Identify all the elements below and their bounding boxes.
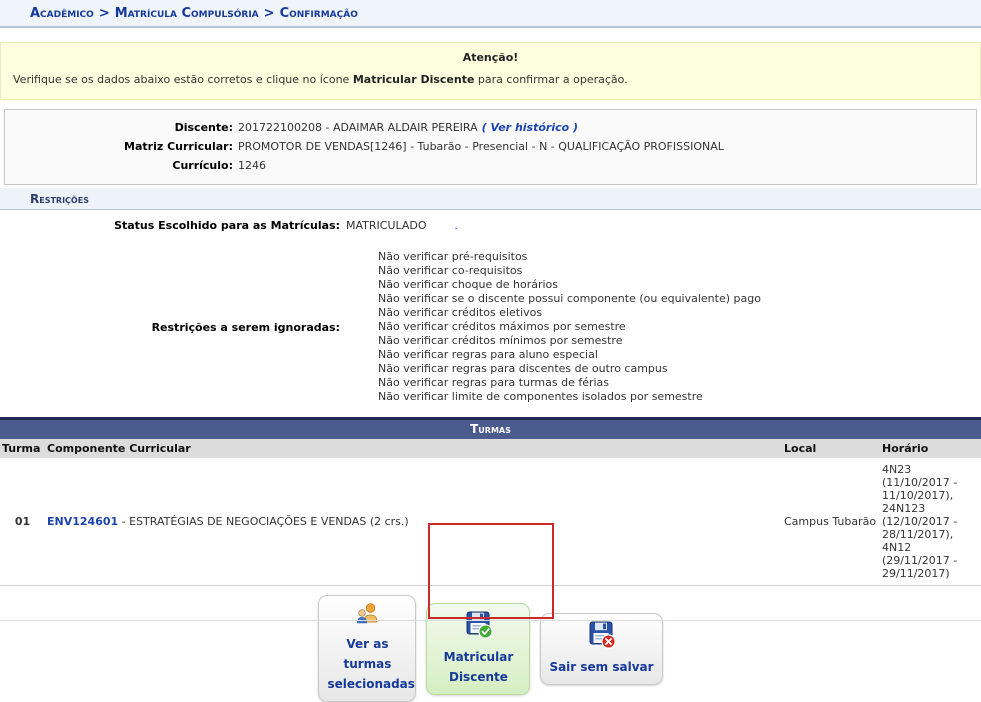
restriction-item: Não verificar se o discente possui compo… [378,292,761,306]
ver-turmas-label: Ver as turmas selecionadas [327,637,414,691]
turmas-section-header: Turmas [0,417,981,439]
local-cell: Campus Tubarão [782,458,880,586]
footer-divider [0,620,981,621]
restriction-item: Não verificar regras para turmas de féri… [378,376,761,390]
matriz-curricular-value: PROMOTOR DE VENDAS[1246] - Tubarão - Pre… [233,137,724,156]
student-info-row: Discente: 201722100208 - ADAIMAR ALDAIR … [5,118,976,137]
curriculo-value: 1246 [233,156,266,175]
status-row: Status Escolhido para as Matrículas: MAT… [0,218,981,235]
discente-text: 201722100208 - ADAIMAR ALDAIR PEREIRA [238,121,478,134]
restrictions-ignored-label: Restrições a serem ignoradas: [0,321,340,334]
status-value-text: MATRICULADO [346,219,427,232]
restriction-item: Não verificar regras para aluno especial [378,348,761,362]
turmas-table: Turma Componente Curricular Local Horári… [0,439,981,586]
stray-dot: . [455,221,458,232]
turma-number: 01 [0,458,45,586]
turmas-section: Turmas Turma Componente Curricular Local… [0,417,981,586]
column-header-local: Local [782,439,880,458]
status-label: Status Escolhido para as Matrículas: [0,218,340,235]
matricular-discente-label: Matricular Discente [444,650,514,684]
sair-sem-salvar-label: Sair sem salvar [549,660,653,674]
course-code: ENV124601 [47,515,118,528]
breadcrumb-separator: > [264,6,275,21]
horario-cell: 4N23 (11/10/2017 - 11/10/2017), 24N123 (… [880,458,981,586]
breadcrumb-separator: > [99,6,110,21]
turmas-header-row: Turma Componente Curricular Local Horári… [0,439,981,458]
table-row: 01 ENV124601 - ESTRATÉGIAS DE NEGOCIAÇÕE… [0,458,981,586]
action-buttons: Ver as turmas selecionadas Matricular Di… [0,595,981,702]
restriction-item: Não verificar co-requisitos [378,264,761,278]
restricoes-section-header: Restrições [0,188,981,210]
status-value: MATRICULADO. [340,218,458,235]
restriction-item: Não verificar créditos eletivos [378,306,761,320]
breadcrumb-matricula-compulsoria[interactable]: Matrícula Compulsória [115,6,259,21]
matricular-discente-button[interactable]: Matricular Discente [426,603,530,695]
student-info-row: Matriz Curricular: PROMOTOR DE VENDAS[12… [5,137,976,156]
student-info-row: Currículo: 1246 [5,156,976,175]
column-header-componente: Componente Curricular [45,439,782,458]
attention-title: Atenção! [13,51,968,64]
breadcrumb-confirmacao[interactable]: Confirmação [280,6,358,21]
matriz-curricular-label: Matriz Curricular: [5,137,233,156]
student-info-box: Discente: 201722100208 - ADAIMAR ALDAIR … [4,109,977,185]
restriction-item: Não verificar limite de componentes isol… [378,390,761,404]
curriculo-label: Currículo: [5,156,233,175]
attention-text-after: para confirmar a operação. [474,73,627,86]
people-icon [327,602,407,632]
breadcrumb: Acadêmico > Matrícula Compulsória > Confirma… [0,0,981,28]
column-header-turma: Turma [0,439,45,458]
restriction-item: Não verificar regras para discentes de o… [378,362,761,376]
column-header-horario: Horário [880,439,981,458]
course-description: - ESTRATÉGIAS DE NEGOCIAÇÕES E VENDAS (2… [118,515,409,528]
discente-value: 201722100208 - ADAIMAR ALDAIR PEREIRA ( V… [233,118,578,137]
attention-box: Atenção! Verifique se os dados abaixo es… [0,42,981,100]
breadcrumb-academico[interactable]: Acadêmico [30,6,94,21]
restrictions-list: Não verificar pré-requisitos Não verific… [340,250,761,404]
restriction-item: Não verificar créditos máximos por semes… [378,320,761,334]
sair-sem-salvar-button[interactable]: Sair sem salvar [540,613,662,685]
attention-text-bold: Matricular Discente [353,73,475,86]
discente-label: Discente: [5,118,233,137]
ver-turmas-selecionadas-button[interactable]: Ver as turmas selecionadas [318,595,416,702]
componente-curricular-cell: ENV124601 - ESTRATÉGIAS DE NEGOCIAÇÕES E… [45,458,782,586]
restriction-item: Não verificar créditos mínimos por semes… [378,334,761,348]
attention-message: Verifique se os dados abaixo estão corre… [13,73,968,86]
restriction-item: Não verificar choque de horários [378,278,761,292]
restrictions-row: Restrições a serem ignoradas: Não verifi… [0,250,981,404]
ver-historico-link[interactable]: ( Ver histórico ) [482,121,578,134]
restriction-item: Não verificar pré-requisitos [378,250,761,264]
attention-text-before: Verifique se os dados abaixo estão corre… [13,73,353,86]
floppy-disk-check-icon [435,610,521,645]
